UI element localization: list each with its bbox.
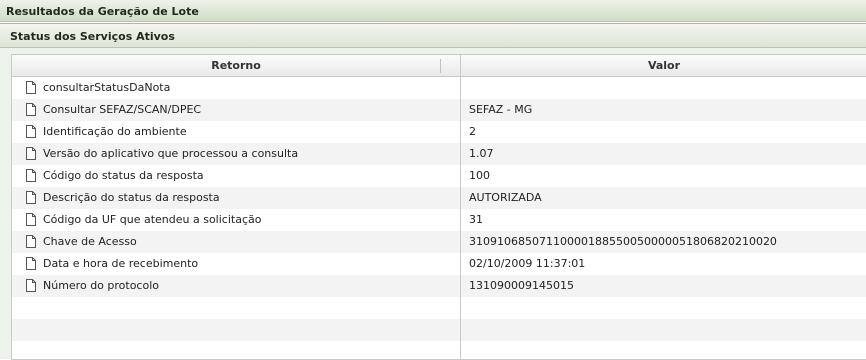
table-row[interactable]: Descrição do status da resposta AUTORIZAD… [12, 187, 866, 209]
row-label: consultarStatusDaNota [43, 81, 171, 94]
row-label: Número do protocolo [43, 279, 159, 292]
table-row[interactable]: Consultar SEFAZ/SCAN/DPEC SEFAZ - MG [12, 99, 866, 121]
cell-retorno: Descrição do status da resposta [12, 187, 461, 209]
row-label: Chave de Acesso [43, 235, 137, 248]
cell-valor [469, 341, 866, 359]
document-icon [26, 169, 36, 182]
document-icon [26, 147, 36, 160]
document-icon [26, 213, 36, 226]
cell-retorno: Identificação do ambiente [12, 121, 461, 143]
table-row[interactable]: Data e hora de recebimento 02/10/2009 11:… [12, 253, 866, 275]
table-row[interactable]: Versão do aplicativo que processou a con… [12, 143, 866, 165]
cell-valor: 02/10/2009 11:37:01 [469, 257, 586, 270]
document-icon [26, 81, 36, 94]
grid-header: Retorno Valor [12, 55, 866, 77]
row-label: Código do status da resposta [43, 169, 204, 182]
column-resize-handle[interactable] [440, 59, 441, 73]
cell-retorno [12, 297, 461, 319]
table-row[interactable]: consultarStatusDaNota [12, 77, 866, 99]
cell-retorno: Número do protocolo [12, 275, 461, 297]
cell-valor [469, 297, 866, 319]
cell-valor: 100 [469, 169, 490, 182]
column-header-valor[interactable]: Valor [461, 55, 866, 76]
results-grid: Retorno Valor consultarStatusDaNota Consu… [11, 54, 866, 360]
cell-retorno: Versão do aplicativo que processou a con… [12, 143, 461, 165]
cell-retorno: Chave de Acesso [12, 231, 461, 253]
window-title-bar: Resultados da Geração de Lote [0, 0, 866, 22]
cell-valor: 31 [469, 213, 483, 226]
cell-retorno: Data e hora de recebimento [12, 253, 461, 275]
grid-body: consultarStatusDaNota Consultar SEFAZ/SCA… [12, 77, 866, 359]
document-icon [26, 125, 36, 138]
cell-retorno: consultarStatusDaNota [12, 77, 461, 99]
row-label: Descrição do status da resposta [43, 191, 220, 204]
table-row[interactable] [12, 319, 866, 341]
window-title: Resultados da Geração de Lote [6, 5, 199, 18]
table-row[interactable]: Código da UF que atendeu a solicitação 31 [12, 209, 866, 231]
panel-header: Status dos Serviços Ativos [0, 24, 866, 48]
cell-valor [469, 319, 866, 341]
document-icon [26, 235, 36, 248]
cell-retorno [12, 319, 461, 341]
cell-retorno: Código do status da resposta [12, 165, 461, 187]
cell-retorno: Código da UF que atendeu a solicitação [12, 209, 461, 231]
document-icon [26, 191, 36, 204]
table-row[interactable]: Chave de Acesso 3109106850711000018855005… [12, 231, 866, 253]
cell-valor: AUTORIZADA [469, 191, 542, 204]
cell-valor [469, 77, 866, 99]
document-icon [26, 279, 36, 292]
cell-valor: 1.07 [469, 147, 494, 160]
table-row[interactable]: Identificação do ambiente 2 [12, 121, 866, 143]
cell-retorno: Consultar SEFAZ/SCAN/DPEC [12, 99, 461, 121]
table-row[interactable] [12, 341, 866, 359]
cell-valor: 131090009145015 [469, 279, 574, 292]
row-label: Versão do aplicativo que processou a con… [43, 147, 299, 160]
panel-title: Status dos Serviços Ativos [10, 30, 175, 43]
cell-valor: 2 [469, 125, 476, 138]
document-icon [26, 257, 36, 270]
cell-valor: 3109106850711000018855005000005180682021… [469, 235, 777, 248]
table-row[interactable]: Código do status da resposta 100 [12, 165, 866, 187]
services-status-panel: Status dos Serviços Ativos Retorno Valor… [0, 23, 866, 360]
row-label: Data e hora de recebimento [43, 257, 199, 270]
document-icon [26, 103, 36, 116]
cell-retorno [12, 341, 461, 359]
row-label: Identificação do ambiente [43, 125, 187, 138]
row-label: Código da UF que atendeu a solicitação [43, 213, 262, 226]
column-header-retorno[interactable]: Retorno [12, 55, 461, 76]
row-label: Consultar SEFAZ/SCAN/DPEC [43, 103, 202, 116]
cell-valor: SEFAZ - MG [469, 103, 533, 116]
table-row[interactable] [12, 297, 866, 319]
table-row[interactable]: Número do protocolo 131090009145015 [12, 275, 866, 297]
